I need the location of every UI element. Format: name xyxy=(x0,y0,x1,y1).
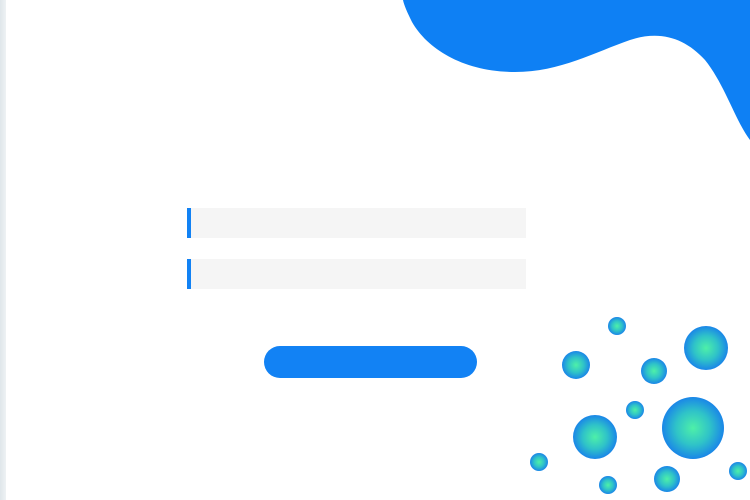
login-field-2[interactable] xyxy=(187,259,526,289)
login-screen xyxy=(0,0,750,500)
submit-button[interactable] xyxy=(264,346,477,378)
login-card xyxy=(6,8,750,500)
login-field-1[interactable] xyxy=(187,208,526,238)
